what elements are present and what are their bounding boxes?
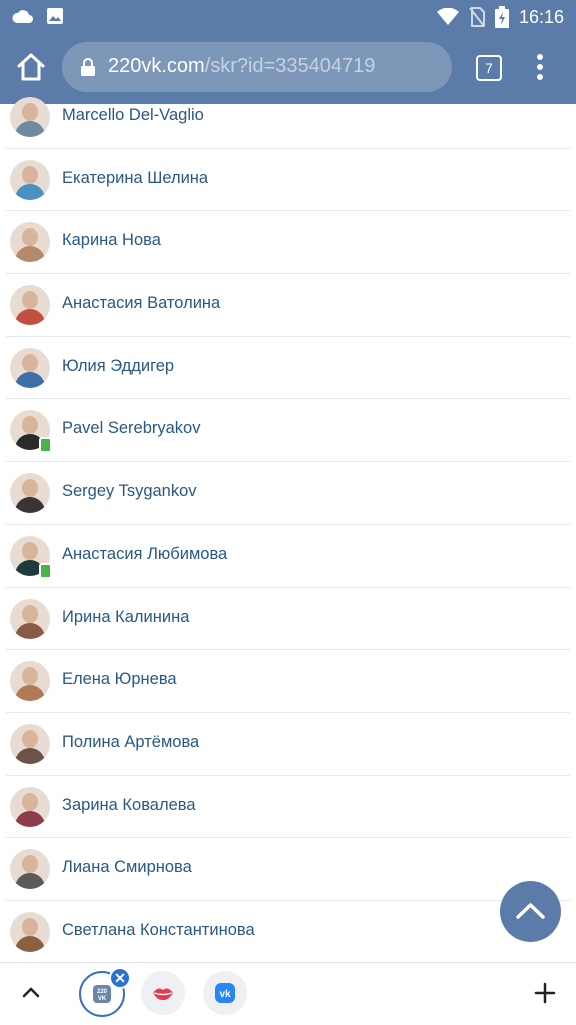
friend-row[interactable]: Екатерина Шелина bbox=[0, 149, 576, 212]
tab-vk[interactable]: vk bbox=[203, 971, 247, 1015]
friend-name[interactable]: Елена Юрнева bbox=[62, 670, 177, 689]
online-mobile-icon bbox=[39, 437, 52, 454]
avatar[interactable] bbox=[10, 849, 50, 890]
friend-name[interactable]: Светлана Константинова bbox=[62, 921, 255, 940]
friend-row[interactable]: Светлана Константинова bbox=[0, 901, 576, 964]
more-menu-icon[interactable] bbox=[530, 52, 550, 82]
friend-row[interactable]: Pavel Serebryakov bbox=[0, 399, 576, 462]
bottom-tab-bar: 220 VK ✕ vk bbox=[0, 962, 576, 1025]
avatar[interactable] bbox=[10, 786, 50, 827]
close-tab-button[interactable]: ✕ bbox=[109, 967, 131, 989]
friend-row[interactable]: Юлия Эддигер bbox=[0, 337, 576, 400]
scroll-to-top-button[interactable] bbox=[500, 881, 561, 942]
friend-row[interactable]: Елена Юрнева bbox=[0, 650, 576, 713]
avatar[interactable] bbox=[10, 661, 50, 702]
friend-name[interactable]: Ирина Калинина bbox=[62, 608, 189, 627]
url-path: /skr?id=335404719 bbox=[204, 55, 376, 77]
avatar[interactable] bbox=[10, 473, 50, 514]
friend-name[interactable]: Pavel Serebryakov bbox=[62, 419, 201, 438]
svg-text:vk: vk bbox=[219, 989, 231, 1000]
friend-row[interactable]: Полина Артёмова bbox=[0, 713, 576, 776]
friend-name[interactable]: Лиана Смирнова bbox=[62, 858, 192, 877]
new-tab-icon[interactable] bbox=[534, 982, 556, 1004]
friend-name[interactable]: Карина Нова bbox=[62, 231, 161, 250]
url-text: 220vk.com/skr?id=335404719 bbox=[108, 55, 375, 78]
friend-name[interactable]: Marcello Del-Vaglio bbox=[62, 106, 204, 125]
friend-row[interactable]: Ирина Калинина bbox=[0, 588, 576, 651]
svg-text:VK: VK bbox=[98, 996, 107, 1002]
friend-name[interactable]: Зарина Ковалева bbox=[62, 796, 196, 815]
chevron-up-icon[interactable] bbox=[20, 981, 42, 1003]
cloud-icon bbox=[12, 10, 33, 23]
friend-name[interactable]: Екатерина Шелина bbox=[62, 169, 208, 188]
friend-row[interactable]: Лиана Смирнова bbox=[0, 838, 576, 901]
friend-row[interactable]: Карина Нова bbox=[0, 211, 576, 274]
avatar[interactable] bbox=[10, 723, 50, 764]
friend-name[interactable]: Sergey Tsygankov bbox=[62, 482, 197, 501]
avatar[interactable] bbox=[10, 285, 50, 326]
tab-lips[interactable] bbox=[141, 971, 185, 1015]
tab-switcher-button[interactable]: 7 bbox=[476, 55, 502, 81]
lips-icon bbox=[153, 988, 173, 1001]
friend-row[interactable]: Анастасия Любимова bbox=[0, 525, 576, 588]
avatar[interactable] bbox=[10, 97, 50, 137]
online-mobile-icon bbox=[39, 562, 52, 579]
friend-name[interactable]: Полина Артёмова bbox=[62, 733, 199, 752]
tab-count: 7 bbox=[485, 60, 493, 76]
wifi-icon bbox=[436, 8, 459, 25]
address-bar[interactable]: 220vk.com/skr?id=335404719 bbox=[62, 42, 452, 92]
friend-name[interactable]: Анастасия Любимова bbox=[62, 545, 227, 564]
url-host: 220vk.com bbox=[108, 55, 205, 77]
friend-row[interactable]: Анастасия Ватолина bbox=[0, 274, 576, 337]
battery-charging-icon bbox=[494, 6, 509, 28]
home-icon[interactable] bbox=[14, 50, 48, 84]
friend-row[interactable]: Marcello Del-Vaglio bbox=[0, 86, 576, 149]
no-sim-icon bbox=[469, 7, 485, 27]
image-icon bbox=[47, 8, 63, 24]
avatar[interactable] bbox=[10, 159, 50, 200]
avatar[interactable] bbox=[10, 598, 50, 639]
chevron-up-icon bbox=[516, 903, 545, 919]
lock-icon bbox=[81, 58, 95, 76]
avatar[interactable] bbox=[10, 911, 50, 952]
status-bar: 16:16 bbox=[0, 0, 576, 32]
friend-name[interactable]: Юлия Эддигер bbox=[62, 357, 174, 376]
friends-list: Marcello Del-Vaglio Екатерина Шелина Карин… bbox=[0, 86, 576, 964]
avatar[interactable] bbox=[10, 222, 50, 263]
avatar[interactable] bbox=[10, 347, 50, 388]
status-time: 16:16 bbox=[518, 6, 564, 27]
vk-icon: vk bbox=[215, 983, 235, 1003]
friend-row[interactable]: Зарина Ковалева bbox=[0, 776, 576, 839]
friend-name[interactable]: Анастасия Ватолина bbox=[62, 294, 220, 313]
svg-text:220: 220 bbox=[97, 989, 108, 995]
friend-row[interactable]: Sergey Tsygankov bbox=[0, 462, 576, 525]
